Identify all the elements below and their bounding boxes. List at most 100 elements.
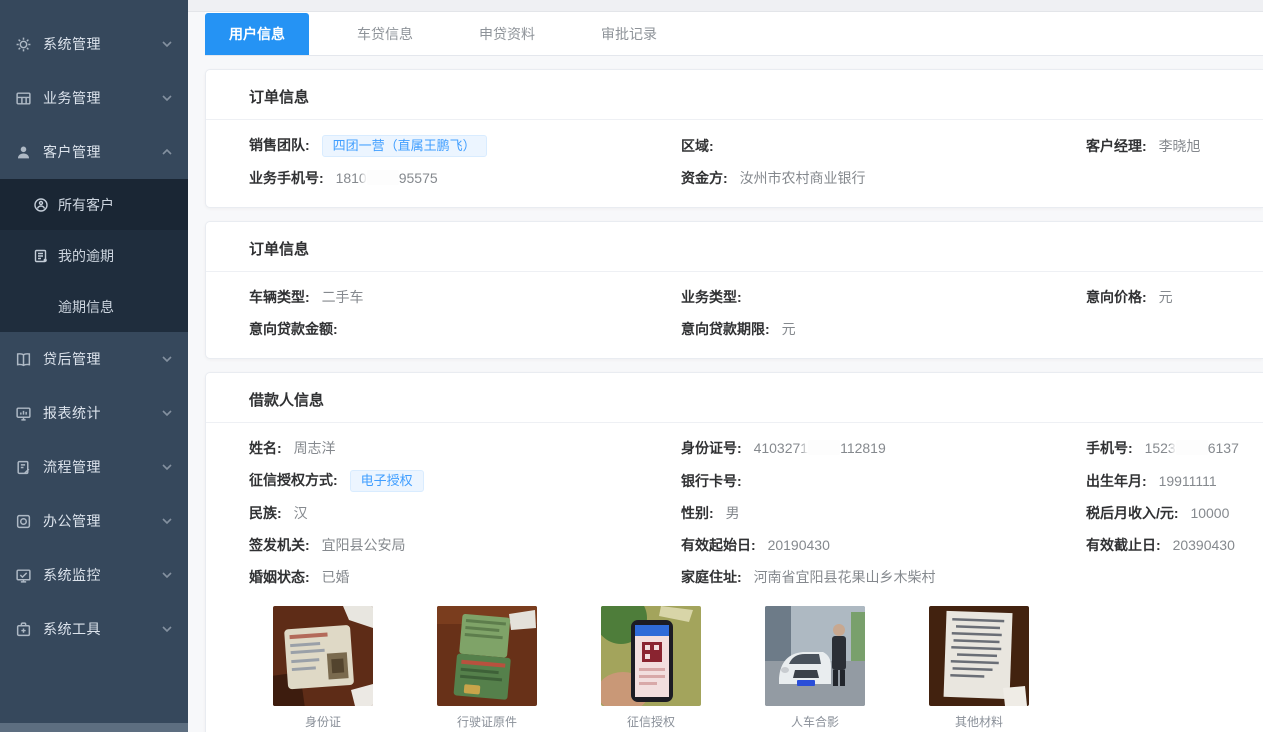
field-business-phone: 业务手机号: 181095575 [249,167,681,189]
overdue-doc-icon [33,248,49,264]
book-icon [15,351,32,368]
chevron-down-icon [160,406,174,420]
field-gender: 性别: 男 [681,502,1086,524]
sidebar-item-label: 贷后管理 [43,349,160,369]
redacted-blur [1176,440,1208,455]
field-sales-team: 销售团队: 四团一营（直属王鹏飞） [249,134,681,157]
chevron-down-icon [160,91,174,105]
chevron-down-icon [160,352,174,366]
user-icon [15,144,32,161]
workflow-icon [15,459,32,476]
field-issuing-authority: 签发机关: 宜阳县公安局 [249,534,681,556]
sidebar-item-my-overdue[interactable]: 我的逾期 [0,230,188,281]
sidebar-item-report-statistics[interactable]: 报表统计 [0,386,188,440]
section-title: 借款人信息 [206,373,1263,423]
id-card-photo[interactable]: 身份证 [273,606,373,730]
gear-icon [15,36,32,53]
app-window: 系统管理 业务管理 客户管理 所有客户 [0,0,1263,732]
field-home-address: 家庭住址: 河南省宜阳县花果山乡木柴村 [681,566,1086,588]
sidebar-item-overdue-info[interactable]: 逾期信息 [0,281,188,332]
report-icon [15,405,32,422]
sidebar-item-system-management[interactable]: 系统管理 [0,17,188,71]
section-title: 订单信息 [206,222,1263,272]
sidebar-item-customer-management[interactable]: 客户管理 [0,125,188,179]
sales-team-tag[interactable]: 四团一营（直属王鹏飞） [322,135,487,157]
field-intent-price: 意向价格: 元 [1086,286,1220,308]
sidebar-item-label: 所有客户 [58,195,114,215]
chevron-down-icon [160,37,174,51]
field-bank-card: 银行卡号: [681,470,1086,492]
sidebar-item-label: 客户管理 [43,142,160,162]
grid-icon [15,90,32,107]
main-content: 用户信息 车贷信息 申贷资料 审批记录 订单信息 销售团队: 四团一营（直属王鹏… [188,0,1263,732]
field-name: 姓名: 周志洋 [249,437,681,459]
customer-submenu: 所有客户 我的逾期 逾期信息 [0,179,188,332]
sidebar-item-label: 办公管理 [43,511,160,531]
sidebar-item-label: 流程管理 [43,457,160,477]
field-marital-status: 婚姻状态: 已婚 [249,566,681,588]
field-mobile: 手机号: 15236137 [1086,437,1239,459]
sidebar-item-system-monitor[interactable]: 系统监控 [0,548,188,602]
field-credit-auth-method: 征信授权方式: 电子授权 [249,469,681,492]
order-info-card: 订单信息 销售团队: 四团一营（直属王鹏飞） 区域: 客户经理: 李晓旭 [205,69,1263,208]
credit-auth-tag[interactable]: 电子授权 [350,470,424,492]
loan-intent-card: 订单信息 车辆类型: 二手车 业务类型: 意向价格: 元 [205,221,1263,359]
photo-caption: 征信授权 [601,713,701,730]
sidebar-item-label: 我的逾期 [58,246,114,266]
sidebar-item-system-tools[interactable]: 系统工具 [0,602,188,656]
tab-user-info[interactable]: 用户信息 [205,13,309,55]
field-intent-loan-amount: 意向贷款金额: [249,318,681,340]
sidebar-item-label: 系统工具 [43,619,160,639]
sidebar-item-label: 报表统计 [43,403,160,423]
field-intent-loan-term: 意向贷款期限: 元 [681,318,1086,340]
monitor-icon [15,567,32,584]
tools-icon [15,621,32,638]
tab-loan-application-docs[interactable]: 申贷资料 [455,13,559,55]
photo-caption: 身份证 [273,713,373,730]
field-vehicle-type: 车辆类型: 二手车 [249,286,681,308]
sidebar-item-label: 系统管理 [43,34,160,54]
field-birth-date: 出生年月: 19911111 [1086,470,1220,492]
photo-caption: 其他材料 [929,713,1029,730]
document-photos: 身份证 [273,606,1220,730]
field-id-number: 身份证号: 4103271112819 [681,437,1086,459]
field-monthly-income: 税后月收入/元: 10000 [1086,502,1229,524]
sidebar-scrollbar[interactable] [0,723,188,732]
sidebar-item-postloan-management[interactable]: 贷后管理 [0,332,188,386]
chevron-down-icon [160,514,174,528]
vehicle-license-photo[interactable]: 行驶证原件 [437,606,537,730]
section-title: 订单信息 [206,70,1263,120]
person-car-photo[interactable]: 人车合影 [765,606,865,730]
sidebar-item-label: 业务管理 [43,88,160,108]
redacted-blur [367,170,399,185]
tab-car-loan-info[interactable]: 车贷信息 [333,13,437,55]
photo-caption: 行驶证原件 [437,713,537,730]
tab-approval-records[interactable]: 审批记录 [577,13,681,55]
field-region: 区域: [681,135,1086,157]
chevron-down-icon [160,568,174,582]
chevron-down-icon [160,622,174,636]
sidebar-item-office-management[interactable]: 办公管理 [0,494,188,548]
borrower-info-card: 借款人信息 姓名: 周志洋 身份证号: 4103271112819 手机号: 1… [205,372,1263,732]
sidebar-item-business-management[interactable]: 业务管理 [0,71,188,125]
office-icon [15,513,32,530]
sidebar: 系统管理 业务管理 客户管理 所有客户 [0,0,188,732]
chevron-down-icon [160,460,174,474]
sidebar-item-label: 逾期信息 [58,297,114,317]
field-valid-from: 有效起始日: 20190430 [681,534,1086,556]
field-valid-to: 有效截止日: 20390430 [1086,534,1235,556]
handwritten-doc-photo[interactable]: 其他材料 [929,606,1029,730]
photo-caption: 人车合影 [765,713,865,730]
peoples-icon [33,197,49,213]
field-business-type: 业务类型: [681,286,1086,308]
chevron-up-icon [160,145,174,159]
field-funder: 资金方: 汝州市农村商业银行 [681,167,1086,189]
credit-auth-photo[interactable]: 征信授权 [601,606,701,730]
detail-tabs: 用户信息 车贷信息 申贷资料 审批记录 [205,12,1263,56]
sidebar-item-all-customers[interactable]: 所有客户 [0,179,188,230]
sidebar-item-label: 系统监控 [43,565,160,585]
field-account-manager: 客户经理: 李晓旭 [1086,135,1220,157]
field-ethnicity: 民族: 汉 [249,502,681,524]
top-strip [188,0,1263,12]
sidebar-item-process-management[interactable]: 流程管理 [0,440,188,494]
